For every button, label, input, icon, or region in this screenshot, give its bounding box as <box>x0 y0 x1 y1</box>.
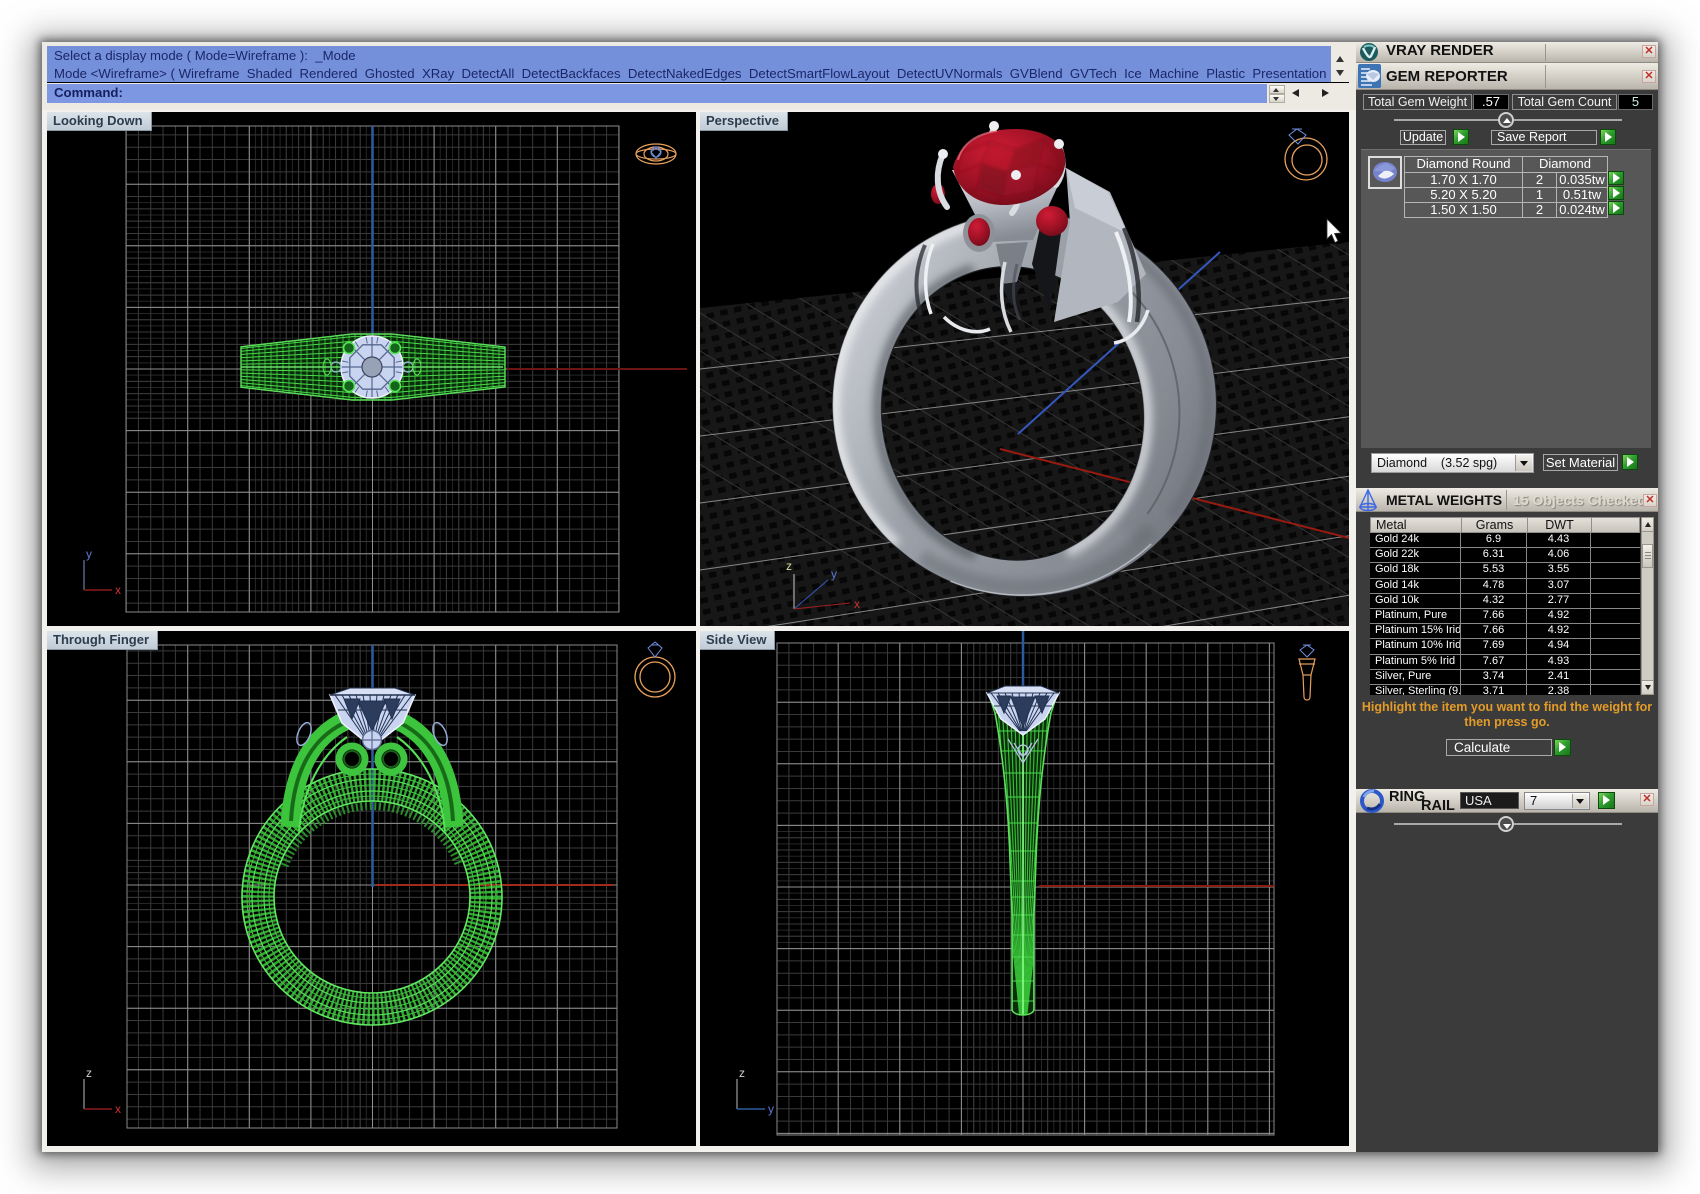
svg-text:y: y <box>768 1102 774 1116</box>
svg-text:x: x <box>854 597 860 611</box>
svg-text:x: x <box>115 1102 121 1116</box>
svg-text:y: y <box>831 567 837 581</box>
svg-text:z: z <box>739 1066 745 1080</box>
svg-text:x: x <box>115 583 121 597</box>
svg-text:z: z <box>86 1066 92 1080</box>
svg-text:y: y <box>86 547 92 561</box>
svg-text:z: z <box>786 559 792 573</box>
